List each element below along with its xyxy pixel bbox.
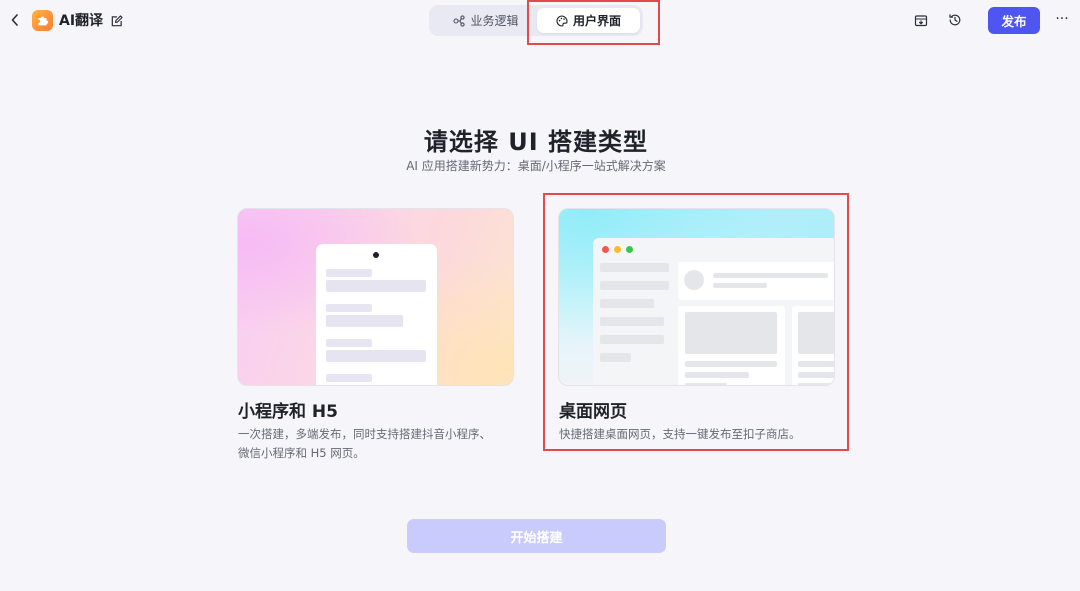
- mockup-profile-panel: [678, 262, 834, 300]
- history-button[interactable]: [946, 11, 964, 29]
- option-mini-program-desc-line: 微信小程序和 H5 网页。: [238, 446, 365, 460]
- phone-camera-dot: [373, 252, 379, 258]
- history-icon: [949, 14, 961, 26]
- option-desktop-web-card[interactable]: [558, 208, 835, 386]
- mockup-sidebar-line: [600, 299, 654, 308]
- mockup-line: [798, 383, 834, 385]
- tab-user-interface-label: 用户界面: [572, 14, 621, 28]
- mockup-line: [326, 280, 426, 292]
- edit-name-button[interactable]: [110, 13, 124, 27]
- tab-business-logic[interactable]: 业务逻辑: [437, 8, 535, 33]
- option-mini-program-desc: 一次搭建，多端发布，同时支持搭建抖音小程序、 微信小程序和 H5 网页。: [238, 425, 491, 463]
- mockup-line: [685, 372, 749, 378]
- mockup-line: [326, 350, 426, 362]
- window-minimize-dot: [614, 246, 621, 253]
- window-maximize-dot: [626, 246, 633, 253]
- top-bar: AI翻译 业务逻辑 用户界面 发布 ···: [0, 0, 1080, 45]
- chevron-left-icon: [11, 14, 18, 26]
- flow-icon: [453, 14, 466, 27]
- mockup-sidebar-line: [600, 317, 664, 326]
- archive-icon: [914, 14, 928, 26]
- option-mini-program-desc-line: 一次搭建，多端发布，同时支持搭建抖音小程序、: [238, 427, 491, 441]
- mockup-sidebar-line: [600, 281, 669, 290]
- page-subtitle: AI 应用搭建新势力：桌面/小程序一站式解决方案: [406, 159, 666, 173]
- mockup-line: [326, 374, 372, 382]
- mockup-content-panel: [792, 306, 834, 385]
- app-name: AI翻译: [59, 13, 104, 29]
- mode-switch: 业务逻辑 用户界面: [429, 5, 643, 36]
- mockup-line: [326, 269, 372, 277]
- browser-mockup-illustration: [593, 238, 834, 385]
- mockup-sidebar-line: [600, 353, 631, 362]
- mockup-line: [685, 361, 777, 367]
- app-logo: [32, 10, 53, 31]
- mockup-image-block: [685, 312, 777, 354]
- option-desktop-web-title: 桌面网页: [559, 402, 627, 422]
- option-desktop-web-desc-line: 快捷搭建桌面网页，支持一键发布至扣子商店。: [559, 427, 801, 441]
- mockup-line: [713, 273, 828, 278]
- publish-button[interactable]: 发布: [988, 7, 1040, 34]
- start-build-button[interactable]: 开始搭建: [407, 519, 666, 553]
- mockup-sidebar-line: [600, 335, 664, 344]
- palette-icon: [556, 14, 568, 27]
- mockup-line: [326, 304, 372, 312]
- page-title: 请选择 UI 搭建类型: [423, 128, 649, 156]
- mockup-image-block: [798, 312, 834, 354]
- mockup-line: [798, 361, 834, 367]
- tab-user-interface[interactable]: 用户界面: [537, 8, 640, 33]
- mockup-content-panel: [678, 306, 785, 385]
- back-button[interactable]: [8, 12, 22, 28]
- phone-mockup-illustration: [316, 244, 437, 386]
- mockup-line: [326, 385, 412, 386]
- more-options-button[interactable]: ···: [1052, 10, 1072, 30]
- option-mini-program-card[interactable]: [237, 208, 514, 386]
- mockup-sidebar-line: [600, 263, 669, 272]
- mockup-line: [713, 283, 767, 288]
- mockup-line: [798, 372, 834, 378]
- mockup-avatar: [684, 270, 704, 290]
- option-desktop-web-desc: 快捷搭建桌面网页，支持一键发布至扣子商店。: [559, 425, 801, 444]
- mockup-line: [685, 383, 727, 385]
- option-mini-program-title: 小程序和 H5: [238, 402, 338, 422]
- puzzle-icon: [38, 16, 49, 26]
- mockup-line: [326, 315, 403, 327]
- tab-business-logic-label: 业务逻辑: [470, 14, 519, 28]
- edit-icon: [111, 15, 123, 27]
- mockup-line: [326, 339, 372, 347]
- window-close-dot: [602, 246, 609, 253]
- save-draft-button[interactable]: [912, 11, 930, 29]
